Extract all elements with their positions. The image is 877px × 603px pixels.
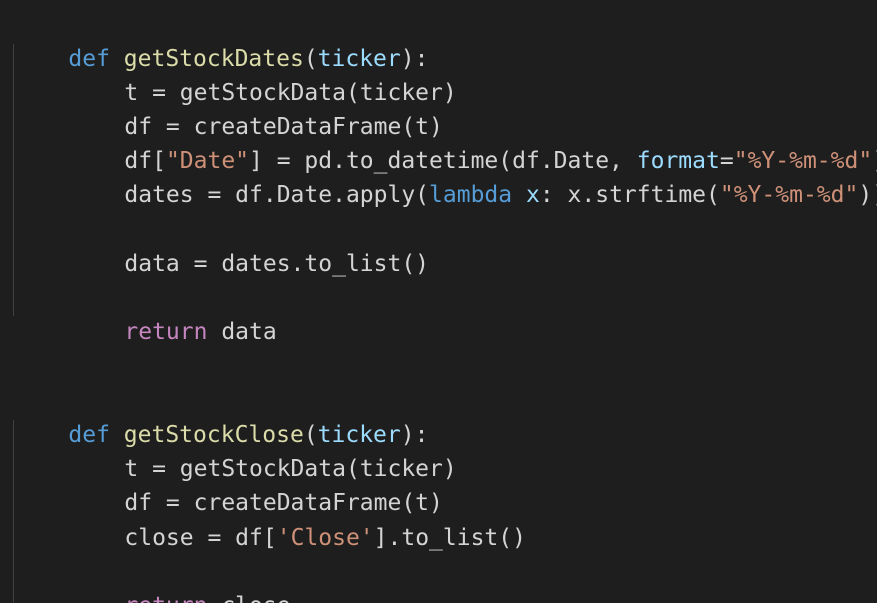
code-line: df["Date"] = pd.to_datetime(df.Date, for…	[69, 110, 877, 174]
code-text: : x.strftime(	[539, 182, 720, 208]
code-text: dates = df.Date.apply(	[124, 182, 430, 208]
code-editor[interactable]: def getStockDates(ticker): t = getStockD…	[0, 0, 877, 603]
string-literal: "%Y-%m-%d"	[719, 182, 859, 208]
keyword-lambda: lambda	[429, 182, 513, 208]
lambda-parameter: x	[525, 182, 540, 208]
code-text: ].to_list()	[373, 525, 526, 551]
code-line: t = getStockData(ticker)	[69, 418, 456, 482]
code-text: ))	[858, 182, 877, 208]
code-text: data	[207, 319, 277, 345]
code-line: t = getStockData(ticker)	[69, 42, 456, 106]
keyword-return: return	[124, 593, 207, 603]
string-literal: 'Close'	[276, 525, 374, 551]
code-line: df = createDataFrame(t)	[69, 452, 443, 516]
code-line-def-getStockClose: def getStockClose(ticker):	[13, 384, 428, 448]
code-line: data = dates.to_list()	[69, 213, 429, 277]
code-text: close = df[	[124, 525, 277, 551]
code-line: dates = df.Date.apply(lambda x: x.strfti…	[69, 144, 877, 208]
code-line: close = df['Close'].to_list()	[69, 487, 526, 551]
code-line-return: return data	[69, 281, 276, 345]
code-line: df = createDataFrame(t)	[69, 76, 443, 140]
code-text: data = dates.to_list()	[124, 251, 430, 277]
keyword-return: return	[124, 319, 208, 345]
code-line-def-getStockDates: def getStockDates(ticker):	[13, 8, 428, 72]
code-text: close	[207, 593, 290, 603]
code-line-return: return close	[69, 555, 290, 603]
